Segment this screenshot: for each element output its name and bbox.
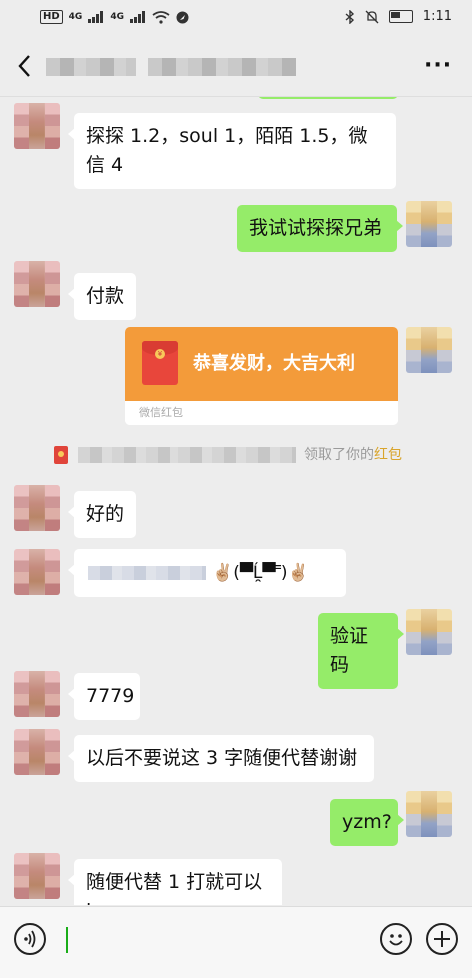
message-received: 随便代替 1 打就可以 i (68, 859, 282, 905)
location-icon (176, 11, 189, 23)
more-button[interactable]: ··· (424, 54, 454, 78)
red-packet-label: 微信红包 (125, 401, 398, 425)
red-packet-body: ¥ 恭喜发财，大吉大利 (125, 327, 398, 401)
input-bar (0, 906, 472, 978)
chevron-left-icon (18, 55, 30, 77)
message-sent: 验证码 (318, 613, 404, 689)
red-packet-small-icon (54, 446, 68, 464)
system-text: 领取了你的 (304, 447, 374, 463)
blurred-contact-name-2 (148, 58, 296, 76)
message-received: 付款 (68, 273, 136, 320)
status-right: 1:11 (345, 9, 452, 24)
battery-icon (388, 10, 413, 23)
message-sent: 我试试探探兄弟 (237, 205, 403, 252)
blurred-name-2 (178, 447, 296, 463)
blurred-name (78, 447, 188, 463)
hd-badge: HD (40, 10, 63, 24)
network-type-2: 4G (110, 12, 124, 22)
status-bar: HD 4G 4G 1:11 (0, 0, 472, 36)
voice-button[interactable] (14, 923, 46, 955)
signal-icon (88, 11, 104, 23)
bluetooth-icon (345, 9, 354, 24)
contact-avatar[interactable] (14, 729, 60, 775)
back-button[interactable] (12, 50, 40, 82)
contact-avatar[interactable] (14, 671, 60, 717)
contact-avatar[interactable] (14, 261, 60, 307)
red-packet-icon: ¥ (142, 341, 178, 385)
contact-avatar[interactable] (14, 485, 60, 531)
my-avatar[interactable] (406, 609, 452, 655)
status-left: HD 4G 4G (40, 10, 189, 24)
emoji-text: ✌🏼(▀̿Ĺ̯▀̿ ̿)✌🏼 (212, 563, 309, 583)
contact-avatar[interactable] (14, 549, 60, 595)
status-time: 1:11 (422, 9, 452, 24)
plus-button[interactable] (426, 923, 458, 955)
my-avatar[interactable] (406, 327, 452, 373)
emoji-button[interactable] (380, 923, 412, 955)
message-received: 探探 1.2，soul 1，陌陌 1.5，微信 4 (68, 113, 396, 189)
message-received: 7779 (68, 673, 140, 720)
contact-avatar[interactable] (14, 103, 60, 149)
signal-icon-2 (129, 11, 145, 23)
message-input[interactable] (60, 917, 374, 963)
red-packet-link[interactable]: 红包 (374, 447, 402, 463)
blurred-contact-name (46, 58, 136, 76)
system-message-text: 领取了你的红包 (304, 443, 402, 467)
text-cursor (66, 927, 68, 953)
chat-header: ··· (0, 36, 472, 97)
blurred-text (88, 565, 206, 580)
chat-messages[interactable]: 探探 1.2，soul 1，陌陌 1.5，微信 4 我试试探探兄弟 付款 ¥ 恭… (0, 97, 472, 905)
message-sent: yzm? (330, 799, 404, 846)
contact-avatar[interactable] (14, 853, 60, 899)
previous-message-bubble (258, 97, 398, 99)
network-type-1: 4G (68, 12, 83, 22)
more-dots-icon: ··· (424, 53, 453, 78)
my-avatar[interactable] (406, 791, 452, 837)
wifi-icon (152, 10, 170, 24)
emoji-icon (389, 934, 403, 946)
plus-icon (434, 931, 450, 947)
message-received: ✌🏼(▀̿Ĺ̯▀̿ ̿)✌🏼 (68, 549, 346, 597)
red-packet-greeting: 恭喜发财，大吉大利 (193, 353, 355, 374)
my-avatar[interactable] (406, 201, 452, 247)
red-packet-message[interactable]: ¥ 恭喜发财，大吉大利 微信红包 (125, 327, 398, 425)
message-received: 好的 (68, 491, 136, 538)
mute-icon (365, 10, 379, 23)
voice-icon (24, 930, 36, 948)
message-received: 以后不要说这 3 字随便代替谢谢 (68, 735, 374, 782)
